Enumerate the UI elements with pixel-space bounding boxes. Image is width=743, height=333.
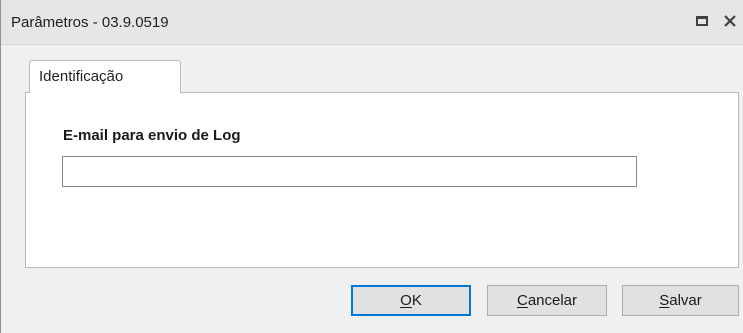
window-controls — [695, 12, 737, 30]
email-label: E-mail para envio de Log — [63, 127, 241, 144]
cancel-button[interactable]: Cancelar — [487, 285, 607, 316]
save-button[interactable]: Salvar — [622, 285, 739, 316]
window-title: Parâmetros - 03.9.0519 — [11, 14, 169, 31]
tab-label: Identificação — [39, 68, 124, 85]
ok-button[interactable]: OK — [351, 285, 471, 316]
close-icon[interactable] — [723, 12, 737, 30]
cancel-button-label: Cancelar — [516, 292, 578, 309]
restore-icon[interactable] — [695, 12, 709, 30]
ok-button-label: OK — [400, 292, 422, 309]
email-input[interactable] — [62, 156, 637, 187]
save-button-label: Salvar — [659, 292, 702, 309]
title-bar[interactable]: Parâmetros - 03.9.0519 — [1, 0, 743, 45]
tab-identificacao[interactable]: Identificação — [29, 60, 181, 93]
parameters-dialog: Parâmetros - 03.9.0519 Identificação E-m… — [0, 0, 743, 333]
